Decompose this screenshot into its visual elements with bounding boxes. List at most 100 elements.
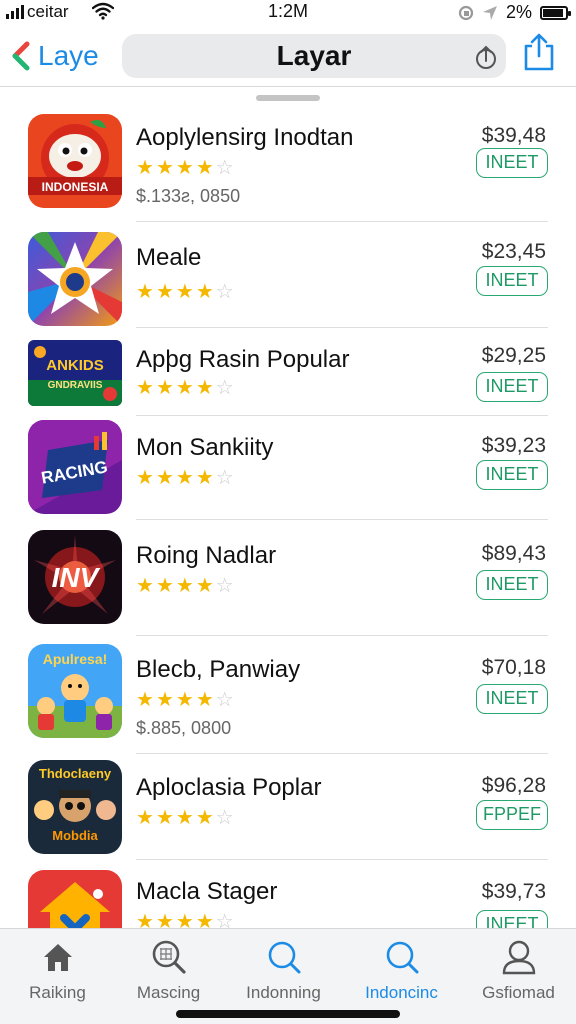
tab-gsfiomad[interactable]: Gsfiomad bbox=[461, 937, 576, 1003]
app-icon: INDONESIA bbox=[28, 114, 122, 208]
share-button[interactable] bbox=[522, 32, 556, 72]
app-price: $39,48 bbox=[481, 124, 546, 147]
sheet-grabber[interactable] bbox=[256, 95, 320, 101]
star-icon: ★ bbox=[155, 467, 174, 489]
star-icon: ★ bbox=[195, 157, 214, 179]
list-item[interactable]: ANKIDS GNDRAVIIS Apþg Rasin Popular ★ ★ ★ ★… bbox=[0, 328, 576, 416]
star-outline-icon: ☆ bbox=[215, 281, 234, 303]
get-button[interactable]: INEET bbox=[476, 372, 548, 402]
search-icon bbox=[386, 941, 418, 974]
tab-indonning[interactable]: Indonning bbox=[226, 937, 341, 1003]
title-bar: Layar bbox=[122, 34, 506, 78]
app-price: $96,28 bbox=[481, 774, 546, 797]
svg-text:ANKIDS: ANKIDS bbox=[46, 357, 104, 374]
svg-text:INDONESIA: INDONESIA bbox=[42, 180, 109, 194]
share-icon[interactable] bbox=[474, 44, 498, 70]
star-icon: ★ bbox=[195, 575, 214, 597]
tab-label: Raiking bbox=[29, 983, 86, 1002]
app-icon: Thdoclaeny Mobdia bbox=[28, 760, 122, 854]
search-icon bbox=[268, 941, 300, 974]
star-icon: ★ bbox=[136, 689, 154, 711]
back-button[interactable]: Laye bbox=[10, 36, 99, 76]
star-icon: ★ bbox=[175, 689, 194, 711]
home-icon bbox=[43, 944, 72, 971]
star-rating: ★ ★ ★ ★ ☆ bbox=[136, 690, 234, 710]
star-icon: ★ bbox=[195, 281, 214, 303]
app-name: Aoplylensirg Inodtan bbox=[136, 124, 354, 151]
app-icon: INV bbox=[28, 530, 122, 624]
list-item[interactable]: INDONESIA Aoplylensirg Inodtan ★ ★ ★ ★ ☆ $.1… bbox=[0, 104, 576, 222]
star-icon: ★ bbox=[175, 281, 194, 303]
list-item[interactable]: Macla Stager ★ ★ ★ ★ ☆ $39,73 INEET bbox=[0, 860, 576, 928]
home-indicator[interactable] bbox=[176, 1010, 400, 1018]
star-outline-icon: ☆ bbox=[215, 575, 234, 597]
star-icon: ★ bbox=[136, 575, 154, 597]
app-icon: RACING bbox=[28, 420, 122, 514]
app-name: Aploclasia Poplar bbox=[136, 774, 322, 801]
app-price: $23,45 bbox=[481, 240, 546, 263]
navigation-bar: Laye Layar bbox=[0, 28, 576, 86]
star-outline-icon: ☆ bbox=[215, 689, 234, 711]
tab-ranking[interactable]: Raiking bbox=[0, 937, 115, 1003]
get-button[interactable]: INEET bbox=[476, 570, 548, 600]
tab-bar: Raiking Mascing Indonning Indoncinc Gsfi… bbox=[0, 928, 576, 1024]
star-rating: ★ ★ ★ ★ ☆ bbox=[136, 158, 234, 178]
star-icon: ★ bbox=[155, 575, 174, 597]
star-icon: ★ bbox=[195, 377, 214, 399]
star-outline-icon: ☆ bbox=[215, 807, 234, 829]
app-price: $39,23 bbox=[481, 434, 546, 457]
star-icon: ★ bbox=[136, 467, 154, 489]
svg-text:GNDRAVIIS: GNDRAVIIS bbox=[48, 380, 103, 391]
star-rating: ★ ★ ★ ★ ☆ bbox=[136, 808, 234, 828]
star-outline-icon: ☆ bbox=[215, 377, 234, 399]
star-icon: ★ bbox=[136, 807, 154, 829]
star-icon: ★ bbox=[195, 689, 214, 711]
list-item[interactable]: Apulresa! Blecb, Panwiay ★ ★ ★ ★ ☆ $.885, 08… bbox=[0, 636, 576, 754]
star-rating: ★ ★ ★ ★ ☆ bbox=[136, 912, 234, 928]
rotation-lock-icon bbox=[458, 5, 474, 20]
app-icon bbox=[28, 232, 122, 326]
get-button[interactable]: INEET bbox=[476, 910, 548, 928]
list-item[interactable]: RACING Mon Sankiity ★ ★ ★ ★ ☆ $39,23 INEET bbox=[0, 416, 576, 520]
app-name: Roing Nadlar bbox=[136, 542, 277, 569]
star-icon: ★ bbox=[175, 467, 194, 489]
app-icon: ANKIDS GNDRAVIIS bbox=[28, 340, 122, 406]
get-button[interactable]: INEET bbox=[476, 460, 548, 490]
app-name: Meale bbox=[136, 244, 202, 271]
page-title: Layar bbox=[276, 40, 352, 71]
back-label: Laye bbox=[38, 40, 99, 71]
status-right: 2% bbox=[458, 2, 571, 23]
get-button[interactable]: FPPEF bbox=[476, 800, 548, 830]
get-button[interactable]: INEET bbox=[476, 266, 548, 296]
star-icon: ★ bbox=[175, 575, 194, 597]
star-icon: ★ bbox=[175, 377, 194, 399]
star-icon: ★ bbox=[136, 911, 154, 928]
star-rating: ★ ★ ★ ★ ☆ bbox=[136, 468, 234, 488]
star-outline-icon: ☆ bbox=[215, 467, 234, 489]
list-item[interactable]: Thdoclaeny Mobdia Aploclasia Poplar ★ ★ ★ ★… bbox=[0, 754, 576, 860]
tab-mascing[interactable]: Mascing bbox=[111, 937, 226, 1003]
star-icon: ★ bbox=[195, 807, 214, 829]
star-icon: ★ bbox=[155, 157, 174, 179]
app-subtitle: $.885, 0800 bbox=[136, 718, 232, 738]
app-list[interactable]: INDONESIA Aoplylensirg Inodtan ★ ★ ★ ★ ☆ $.1… bbox=[0, 104, 576, 928]
divider bbox=[0, 86, 576, 87]
tab-indoncinc[interactable]: Indoncinc bbox=[344, 937, 459, 1003]
star-icon: ★ bbox=[155, 281, 174, 303]
svg-text:Apulresa!: Apulresa! bbox=[43, 651, 108, 667]
app-price: $39,73 bbox=[481, 880, 546, 903]
list-item[interactable]: INV Roing Nadlar ★ ★ ★ ★ ☆ $89,43 INEET bbox=[0, 520, 576, 636]
tab-label: Gsfiomad bbox=[482, 983, 555, 1002]
star-icon: ★ bbox=[155, 807, 174, 829]
tab-label: Indonning bbox=[246, 983, 321, 1002]
star-rating: ★ ★ ★ ★ ☆ bbox=[136, 282, 234, 302]
star-icon: ★ bbox=[195, 467, 214, 489]
star-icon: ★ bbox=[136, 281, 154, 303]
get-button[interactable]: INEET bbox=[476, 148, 548, 178]
app-icon: Apulresa! bbox=[28, 644, 122, 738]
list-item[interactable]: Meale ★ ★ ★ ★ ☆ $23,45 INEET bbox=[0, 222, 576, 328]
search-grid-icon bbox=[152, 940, 186, 974]
star-icon: ★ bbox=[155, 911, 174, 928]
star-outline-icon: ☆ bbox=[215, 157, 234, 179]
get-button[interactable]: INEET bbox=[476, 684, 548, 714]
